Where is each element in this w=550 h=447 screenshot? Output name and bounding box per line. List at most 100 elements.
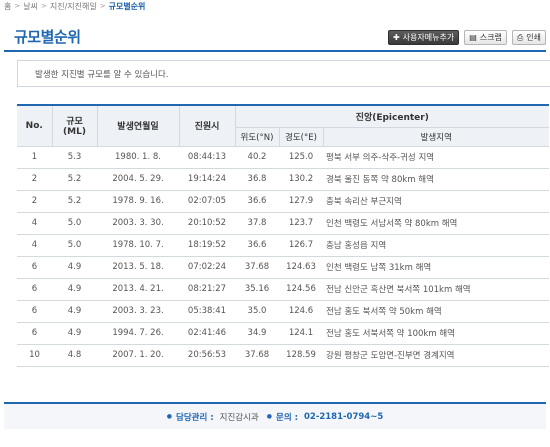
- cell-no: 10: [17, 344, 52, 367]
- cell-date: 2003. 3. 23.: [97, 300, 179, 323]
- cell-date: 1980. 1. 8.: [97, 146, 179, 169]
- cell-no: 6: [17, 322, 52, 345]
- cell-no: 2: [17, 190, 52, 213]
- chevron-right-icon: >: [14, 2, 21, 10]
- cell-scale: 5.2: [52, 190, 97, 213]
- cell-time: 19:14:24: [179, 168, 235, 191]
- cell-time: 18:19:52: [179, 234, 235, 257]
- cell-latitude: 35.16: [235, 278, 279, 301]
- cell-longitude: 127.9: [279, 190, 323, 213]
- header-scale: 규모 (ML): [52, 104, 98, 147]
- cell-region: 인천 백령도 서남서쪽 약 80km 해역: [323, 212, 550, 235]
- cell-time: 07:02:24: [179, 256, 235, 279]
- cell-date: 1994. 7. 26.: [97, 322, 179, 345]
- earthquake-magnitude-table: No. 규모 (ML) 발생연월일 진원시 진앙(Epicenter) 위도(°…: [17, 104, 550, 367]
- cell-date: 1978. 10. 7.: [97, 234, 179, 257]
- cell-latitude: 34.9: [235, 322, 279, 345]
- cell-no: 2: [17, 168, 52, 191]
- table-row: 2 5.2 1978. 9. 16. 02:07:05 36.6 127.9 충북 속리산 …: [17, 190, 550, 213]
- cell-longitude: 125.0: [279, 146, 323, 169]
- cell-longitude: 128.59: [279, 344, 323, 367]
- bullet-icon: ●: [266, 413, 272, 420]
- cell-scale: 5.0: [52, 234, 97, 257]
- breadcrumb-earthquake[interactable]: 지진/지진해일: [50, 1, 97, 12]
- cell-scale: 4.9: [52, 278, 97, 301]
- cell-longitude: 124.56: [279, 278, 323, 301]
- chevron-right-icon: >: [40, 2, 47, 10]
- cell-time: 05:38:41: [179, 300, 235, 323]
- table-row: 10 4.8 2007. 1. 20. 20:56:53 37.68 128.59 강원 평…: [17, 344, 550, 367]
- table-row: 4 5.0 2003. 3. 30. 20:10:52 37.8 123.7 인천 백령도 …: [17, 212, 550, 235]
- breadcrumb-current: 규모별순위: [108, 1, 146, 11]
- table-row: 6 4.9 2013. 4. 21. 08:21:27 35.16 124.56 전남 신안…: [17, 278, 550, 301]
- cell-time: 20:56:53: [179, 344, 235, 367]
- cell-region: 전남 홍도 서북서쪽 약 100km 해역: [323, 322, 550, 345]
- add-user-menu-label: 사용자메뉴추가: [402, 33, 455, 42]
- scrap-label: 스크랩: [479, 33, 502, 42]
- table-row: 1 5.3 1980. 1. 8. 08:44:13 40.2 125.0 평북 서부 의주…: [17, 146, 550, 169]
- bullet-icon: ●: [166, 413, 172, 420]
- table-row: 6 4.9 1994. 7. 26. 02:41:46 34.9 124.1 전남 홍도 서…: [17, 322, 550, 345]
- print-label: 인쇄: [526, 33, 541, 42]
- info-text: 발생한 지진별 규모를 알 수 있습니다.: [35, 69, 169, 80]
- cell-no: 1: [17, 146, 52, 169]
- header-latitude: 위도(°N): [235, 127, 280, 147]
- cell-region: 평북 서부 의주-삭주-귀성 지역: [323, 146, 550, 169]
- title-divider: [4, 50, 546, 52]
- cell-latitude: 40.2: [235, 146, 279, 169]
- manager-label: 담당관리 :: [176, 412, 214, 423]
- cell-longitude: 124.63: [279, 256, 323, 279]
- cell-no: 4: [17, 212, 52, 235]
- cell-time: 02:07:05: [179, 190, 235, 213]
- header-scale-unit: (ML): [63, 127, 86, 138]
- cell-latitude: 36.6: [235, 190, 279, 213]
- breadcrumb-home[interactable]: 홈: [4, 1, 11, 12]
- cell-date: 2004. 5. 29.: [97, 168, 179, 191]
- cell-longitude: 124.6: [279, 300, 323, 323]
- header-epicenter: 진앙(Epicenter): [235, 104, 550, 128]
- cell-scale: 5.0: [52, 212, 97, 235]
- cell-scale: 4.9: [52, 300, 97, 323]
- cell-scale: 5.3: [52, 146, 97, 169]
- scrap-button[interactable]: ▤ 스크랩: [464, 30, 507, 45]
- cell-region: 충북 속리산 부근지역: [323, 190, 550, 213]
- breadcrumb: 홈 > 날씨 > 지진/지진해일 > 규모별순위: [4, 0, 145, 12]
- footer: ● 담당관리 : 지진감시과 ● 문의 : 02-2181-0794~5: [4, 404, 546, 429]
- contact-label: 문의 :: [276, 412, 298, 423]
- cell-date: 2003. 3. 30.: [97, 212, 179, 235]
- cell-time: 08:44:13: [179, 146, 235, 169]
- contact-phone: 02-2181-0794~5: [304, 411, 384, 422]
- plus-icon: ✚: [392, 32, 400, 42]
- add-user-menu-button[interactable]: ✚ 사용자메뉴추가: [387, 30, 460, 45]
- cell-latitude: 37.8: [235, 212, 279, 235]
- cell-latitude: 37.68: [235, 344, 279, 367]
- breadcrumb-weather[interactable]: 날씨: [23, 1, 38, 12]
- cell-scale: 5.2: [52, 168, 97, 191]
- info-box: 발생한 지진별 규모를 알 수 있습니다.: [17, 60, 550, 87]
- cell-longitude: 130.2: [279, 168, 323, 191]
- cell-region: 충남 홍성읍 지역: [323, 234, 550, 257]
- cell-longitude: 126.7: [279, 234, 323, 257]
- print-button[interactable]: ⎙ 인쇄: [511, 30, 546, 45]
- cell-date: 2007. 1. 20.: [97, 344, 179, 367]
- cell-time: 02:41:46: [179, 322, 235, 345]
- table-body: 1 5.3 1980. 1. 8. 08:44:13 40.2 125.0 평북 서부 의주…: [17, 146, 550, 367]
- cell-time: 08:21:27: [179, 278, 235, 301]
- cell-scale: 4.9: [52, 322, 97, 345]
- cell-date: 1978. 9. 16.: [97, 190, 179, 213]
- cell-region: 인천 백령도 남쪽 31km 해역: [323, 256, 550, 279]
- table-row: 4 5.0 1978. 10. 7. 18:19:52 36.6 126.7 충남 홍성읍 …: [17, 234, 550, 257]
- cell-latitude: 36.6: [235, 234, 279, 257]
- page-title: 규모별순위: [14, 28, 81, 46]
- table-row: 6 4.9 2013. 5. 18. 07:02:24 37.68 124.63 인천 백령…: [17, 256, 550, 279]
- cell-time: 20:10:52: [179, 212, 235, 235]
- header-region: 발생지역: [323, 127, 550, 147]
- header-scale-label: 규모: [66, 117, 83, 128]
- cell-no: 4: [17, 234, 52, 257]
- header-longitude: 경도(°E): [279, 127, 324, 147]
- printer-icon: ⎙: [516, 32, 524, 42]
- cell-longitude: 123.7: [279, 212, 323, 235]
- cell-date: 2013. 4. 21.: [97, 278, 179, 301]
- header-date: 발생연월일: [97, 104, 180, 147]
- manager-value: 지진감시과: [219, 412, 259, 423]
